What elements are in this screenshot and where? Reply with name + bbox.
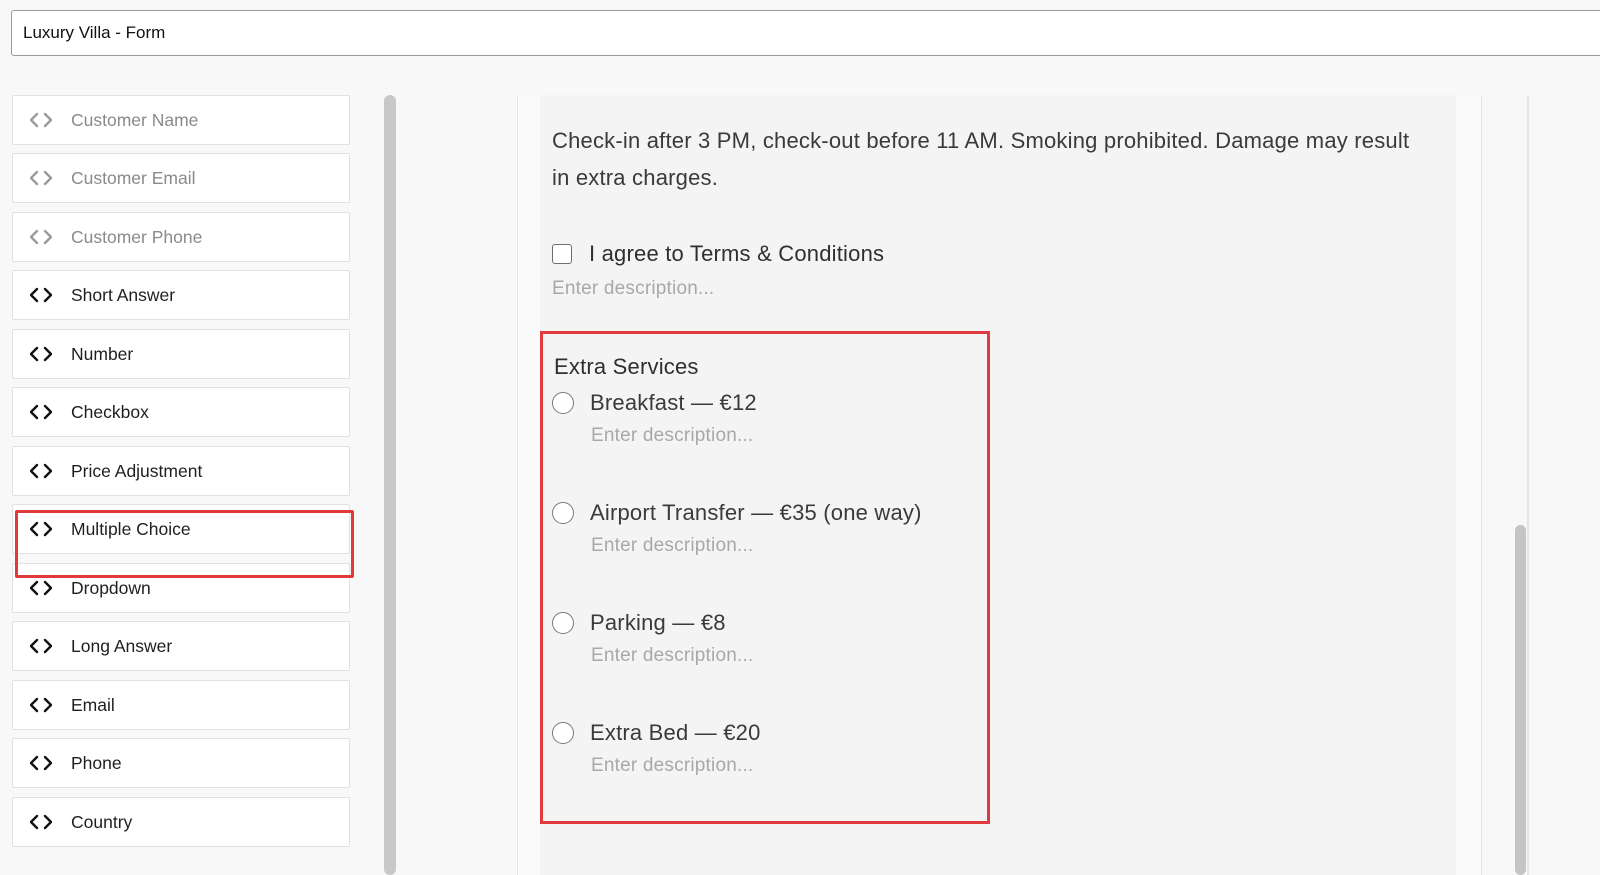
radio-button[interactable] xyxy=(552,392,574,414)
code-brackets-icon xyxy=(30,170,54,186)
sidebar-item-number[interactable]: Number xyxy=(12,329,350,379)
option-label[interactable]: Airport Transfer — €35 (one way) xyxy=(590,500,922,526)
code-brackets-icon xyxy=(30,346,54,362)
sidebar-item-customer-name[interactable]: Customer Name xyxy=(12,95,350,145)
terms-label: I agree to Terms & Conditions xyxy=(589,241,885,266)
sidebar-item-country[interactable]: Country xyxy=(12,797,350,847)
multiple-choice-title[interactable]: Extra Services xyxy=(554,354,699,380)
sidebar-item-price-adjustment[interactable]: Price Adjustment xyxy=(12,446,350,496)
terms-checkbox[interactable] xyxy=(552,244,572,264)
sidebar-item-customer-phone[interactable]: Customer Phone xyxy=(12,212,350,262)
canvas-divider xyxy=(1527,95,1529,875)
code-brackets-icon xyxy=(30,229,54,245)
code-brackets-icon xyxy=(30,580,54,596)
sidebar-item-label: Dropdown xyxy=(71,577,151,598)
terms-field: I agree to Terms & Conditions xyxy=(552,241,884,267)
code-brackets-icon xyxy=(30,112,54,128)
sidebar-item-short-answer[interactable]: Short Answer xyxy=(12,270,350,320)
radio-button[interactable] xyxy=(552,502,574,524)
sidebar-item-label: Short Answer xyxy=(71,284,176,305)
sidebar-item-customer-email[interactable]: Customer Email xyxy=(12,153,350,203)
sidebar-item-label: Phone xyxy=(71,752,122,773)
sidebar-item-phone[interactable]: Phone xyxy=(12,738,350,788)
code-brackets-icon xyxy=(30,404,54,420)
sidebar-item-label: Customer Phone xyxy=(71,226,203,247)
option-label[interactable]: Extra Bed — €20 xyxy=(590,720,761,746)
sidebar-item-label: Country xyxy=(71,811,133,832)
option-description-placeholder[interactable]: Enter description... xyxy=(591,535,972,557)
option-parking: Parking — €8 Enter description... xyxy=(552,610,972,667)
option-description-placeholder[interactable]: Enter description... xyxy=(591,645,972,667)
code-brackets-icon xyxy=(30,463,54,479)
form-title-field[interactable]: Luxury Villa - Form xyxy=(11,10,1600,56)
canvas-scrollbar[interactable] xyxy=(1515,525,1526,875)
code-brackets-icon xyxy=(30,755,54,771)
sidebar-item-long-answer[interactable]: Long Answer xyxy=(12,621,350,671)
radio-button[interactable] xyxy=(552,722,574,744)
highlight-box-multiple-choice xyxy=(15,510,354,578)
option-extra-bed: Extra Bed — €20 Enter description... xyxy=(552,720,972,777)
terms-description-placeholder[interactable]: Enter description... xyxy=(552,278,714,300)
policy-text: Check-in after 3 PM, check-out before 11… xyxy=(552,128,1410,190)
sidebar-item-label: Number xyxy=(71,343,134,364)
sidebar-item-label: Checkbox xyxy=(71,401,149,422)
option-label[interactable]: Parking — €8 xyxy=(590,610,726,636)
option-label[interactable]: Breakfast — €12 xyxy=(590,390,757,416)
code-brackets-icon xyxy=(30,638,54,654)
code-brackets-icon xyxy=(30,814,54,830)
option-breakfast: Breakfast — €12 Enter description... xyxy=(552,390,972,447)
sidebar-item-label: Email xyxy=(71,694,115,715)
code-brackets-icon xyxy=(30,287,54,303)
sidebar-item-label: Customer Name xyxy=(71,109,199,130)
sidebar-item-label: Price Adjustment xyxy=(71,460,203,481)
code-brackets-icon xyxy=(30,697,54,713)
option-description-placeholder[interactable]: Enter description... xyxy=(591,755,972,777)
radio-button[interactable] xyxy=(552,612,574,634)
sidebar-item-label: Long Answer xyxy=(71,635,173,656)
sidebar-scrollbar[interactable] xyxy=(384,95,396,875)
sidebar-item-checkbox[interactable]: Checkbox xyxy=(12,387,350,437)
sidebar-item-email[interactable]: Email xyxy=(12,680,350,730)
option-description-placeholder[interactable]: Enter description... xyxy=(591,425,972,447)
sidebar-item-label: Customer Email xyxy=(71,167,196,188)
option-airport-transfer: Airport Transfer — €35 (one way) Enter d… xyxy=(552,500,972,557)
